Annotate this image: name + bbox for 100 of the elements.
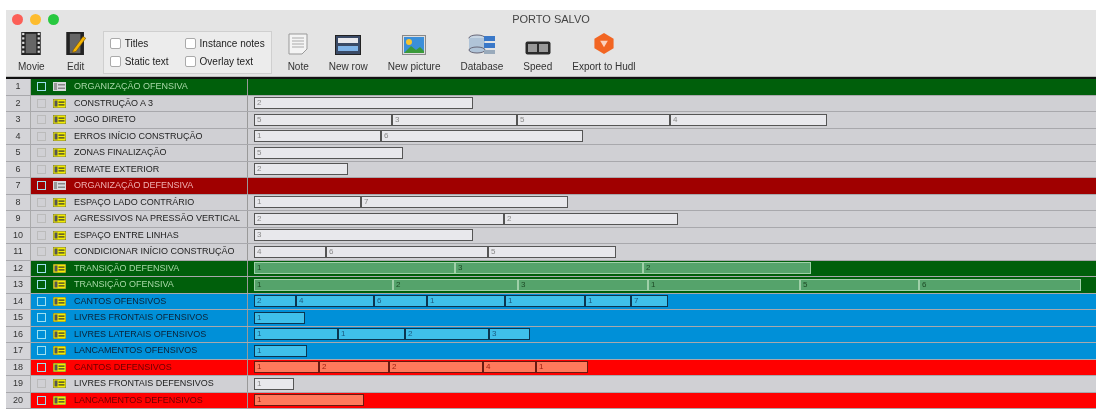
- row-header[interactable]: ORGANIZAÇÃO OFENSIVA: [31, 79, 248, 95]
- clip-bar[interactable]: 6: [326, 245, 488, 258]
- row-header[interactable]: JOGO DIRETO: [31, 112, 248, 128]
- clip-bar[interactable]: 5: [800, 278, 919, 291]
- list-icon: [53, 247, 66, 257]
- row-header[interactable]: AGRESSIVOS NA PRESSÃO VERTICAL: [31, 211, 248, 227]
- clip-bar[interactable]: 1: [254, 278, 393, 291]
- checkbox[interactable]: [184, 38, 196, 49]
- film-pencil-icon: [64, 31, 87, 55]
- zoom-icon[interactable]: [48, 14, 59, 25]
- checkbox[interactable]: [37, 280, 46, 290]
- clip-bar[interactable]: 1: [648, 278, 800, 291]
- checkbox[interactable]: [109, 56, 121, 67]
- clip-bar[interactable]: 3: [489, 328, 530, 341]
- clip-bar[interactable]: 7: [361, 196, 568, 209]
- toolbar-button[interactable]: Export to Hudl: [564, 31, 644, 74]
- row-number: 3: [6, 112, 31, 128]
- clip-bar[interactable]: 1: [254, 394, 364, 407]
- toolbar-button[interactable]: Edit: [56, 31, 95, 74]
- checkbox[interactable]: [37, 296, 46, 306]
- clip-bar[interactable]: 5: [517, 113, 670, 126]
- clip-bar[interactable]: 1: [254, 262, 455, 275]
- row-header[interactable]: ORGANIZAÇÃO DEFENSIVA: [31, 178, 248, 194]
- checkbox[interactable]: [37, 115, 46, 125]
- clip-bar[interactable]: 6: [381, 130, 583, 143]
- clip-bar[interactable]: 4: [670, 113, 827, 126]
- clip-bar[interactable]: 1: [254, 361, 319, 374]
- toolbar-button[interactable]: New row: [320, 31, 376, 74]
- clip-bar[interactable]: 3: [518, 278, 648, 291]
- clip-bar[interactable]: 1: [254, 377, 294, 390]
- checkbox[interactable]: [37, 164, 46, 174]
- clip-bar[interactable]: 1: [585, 295, 631, 308]
- row-header[interactable]: LIVRES FRONTAIS DEFENSIVOS: [31, 376, 248, 392]
- clip-bar[interactable]: 5: [254, 113, 392, 126]
- checkbox[interactable]: [37, 131, 46, 141]
- checkbox[interactable]: [37, 329, 46, 339]
- row-number: 11: [6, 244, 31, 260]
- clip-bar[interactable]: 4: [296, 295, 374, 308]
- toolbar-button[interactable]: Movie: [10, 31, 53, 74]
- clip-bar[interactable]: 4: [254, 245, 326, 258]
- checkbox[interactable]: [37, 247, 46, 257]
- checkbox[interactable]: [37, 148, 46, 158]
- clip-bar[interactable]: 1: [427, 295, 505, 308]
- clip-bar[interactable]: 6: [919, 278, 1081, 291]
- clip-bar[interactable]: 1: [254, 196, 361, 209]
- row-header[interactable]: CONDICIONAR INÍCIO CONSTRUÇÃO: [31, 244, 248, 260]
- clip-bar[interactable]: 1: [536, 361, 588, 374]
- list-icon: [53, 148, 66, 158]
- clip-bar[interactable]: 2: [504, 212, 678, 225]
- checkbox[interactable]: [37, 395, 46, 405]
- checkbox[interactable]: [109, 38, 121, 49]
- clip-bar[interactable]: 2: [319, 361, 389, 374]
- minimize-icon[interactable]: [30, 14, 41, 25]
- checkbox[interactable]: [37, 313, 46, 323]
- clip-bar[interactable]: 2: [405, 328, 489, 341]
- toolbar-button[interactable]: Database: [452, 31, 512, 74]
- toolbar-button[interactable]: Speed: [515, 31, 561, 74]
- checkbox[interactable]: [37, 181, 46, 191]
- clip-bar[interactable]: 3: [455, 262, 643, 275]
- clip-bar[interactable]: 2: [643, 262, 811, 275]
- checkbox[interactable]: [184, 56, 196, 67]
- clip-bar[interactable]: 1: [254, 311, 305, 324]
- checkbox[interactable]: [37, 346, 46, 356]
- clip-bar[interactable]: 1: [505, 295, 585, 308]
- clip-bar[interactable]: 3: [392, 113, 517, 126]
- clip-bar[interactable]: 4: [483, 361, 536, 374]
- row-header[interactable]: ZONAS FINALIZAÇÃO: [31, 145, 248, 161]
- list-icon: [53, 346, 66, 356]
- checkbox[interactable]: [37, 230, 46, 240]
- close-icon[interactable]: [12, 14, 23, 25]
- checkbox[interactable]: [37, 98, 46, 108]
- clip-bar[interactable]: 2: [254, 163, 348, 176]
- clip-bar[interactable]: 2: [254, 212, 504, 225]
- clip-bar[interactable]: 5: [488, 245, 616, 258]
- clip-bar[interactable]: 2: [254, 97, 473, 110]
- row-header[interactable]: LANCAMENTOS OFENSIVOS: [31, 343, 248, 359]
- clip-bar[interactable]: 5: [254, 146, 403, 159]
- checkbox[interactable]: [37, 197, 46, 207]
- row-header[interactable]: TRANSIÇÃO OFENSIVA: [31, 277, 248, 293]
- clip-bar[interactable]: 1: [254, 130, 381, 143]
- row-number: 17: [6, 343, 31, 359]
- list-icon: [53, 263, 66, 273]
- clip-bar[interactable]: 3: [254, 229, 473, 242]
- clip-bar[interactable]: 6: [374, 295, 427, 308]
- clip-bar[interactable]: 2: [389, 361, 483, 374]
- checkbox[interactable]: [37, 214, 46, 224]
- clip-bar[interactable]: 7: [631, 295, 668, 308]
- toolbar-button[interactable]: New picture: [379, 31, 449, 74]
- row-header[interactable]: LIVRES FRONTAIS OFENSIVOS: [31, 310, 248, 326]
- clip-bar[interactable]: 1: [338, 328, 405, 341]
- clip-bar[interactable]: 2: [393, 278, 518, 291]
- clip-bar[interactable]: 2: [254, 295, 296, 308]
- checkbox[interactable]: [37, 263, 46, 273]
- checkbox[interactable]: [37, 379, 46, 389]
- clip-bar[interactable]: 1: [254, 328, 338, 341]
- clip-bar[interactable]: 1: [254, 344, 307, 357]
- picture-icon: [402, 34, 427, 55]
- checkbox[interactable]: [37, 362, 46, 372]
- toolbar-button[interactable]: Note: [279, 31, 317, 74]
- checkbox[interactable]: [37, 82, 46, 92]
